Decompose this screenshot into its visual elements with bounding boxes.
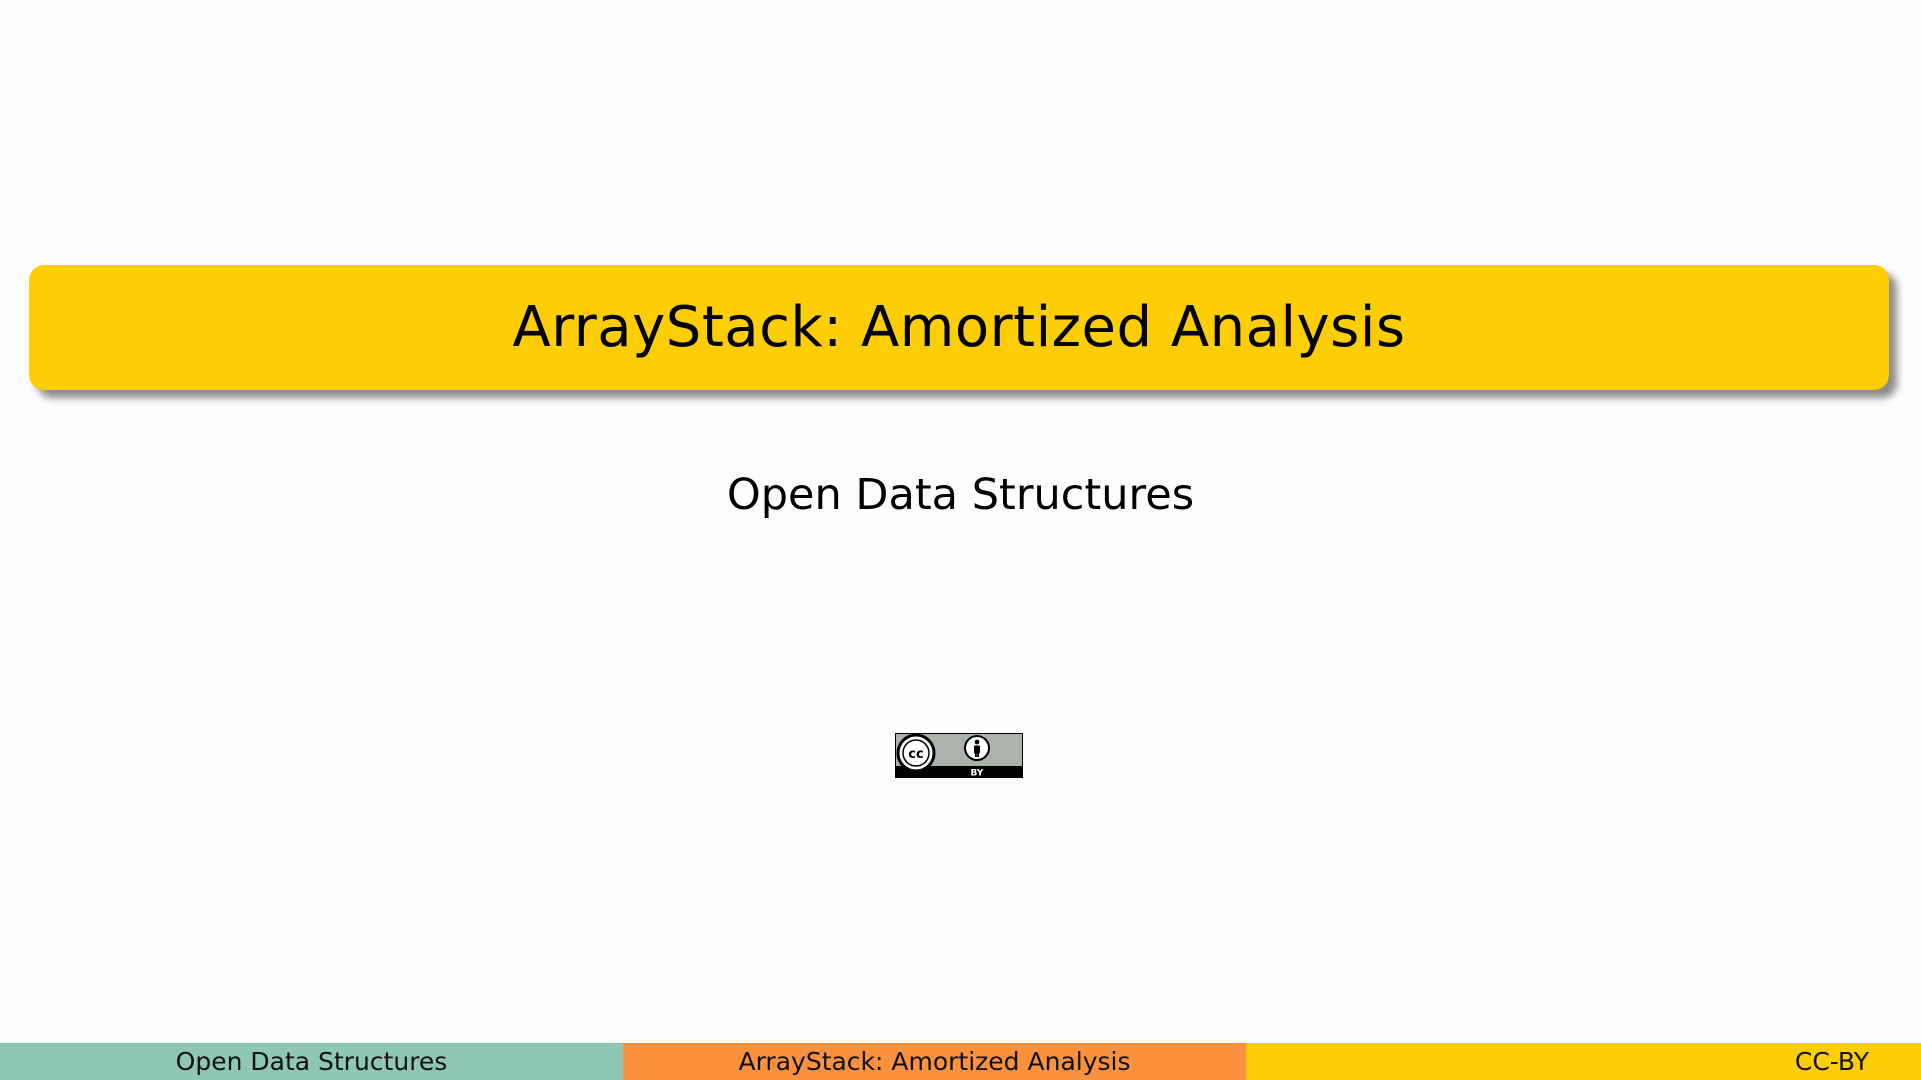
cc-text: cc [908,747,923,762]
footer-left-text: Open Data Structures [175,1047,448,1076]
cc-by-license-badge: cc BY [895,733,1023,778]
by-text: BY [971,769,984,779]
attribution-person-icon [964,735,990,761]
footer-center-section: ArrayStack: Amortized Analysis [623,1043,1246,1080]
slide-title: ArrayStack: Amortized Analysis [512,295,1406,360]
footer-bar: Open Data Structures ArrayStack: Amortiz… [0,1043,1921,1080]
slide-subtitle: Open Data Structures [726,470,1195,520]
creative-commons-icon: cc [896,733,936,773]
footer-right-section: CC-BY [1246,1043,1921,1080]
footer-right-text: CC-BY [1794,1047,1869,1076]
footer-left-section: Open Data Structures [0,1043,623,1080]
title-banner: ArrayStack: Amortized Analysis [29,265,1889,390]
footer-center-text: ArrayStack: Amortized Analysis [738,1047,1131,1076]
